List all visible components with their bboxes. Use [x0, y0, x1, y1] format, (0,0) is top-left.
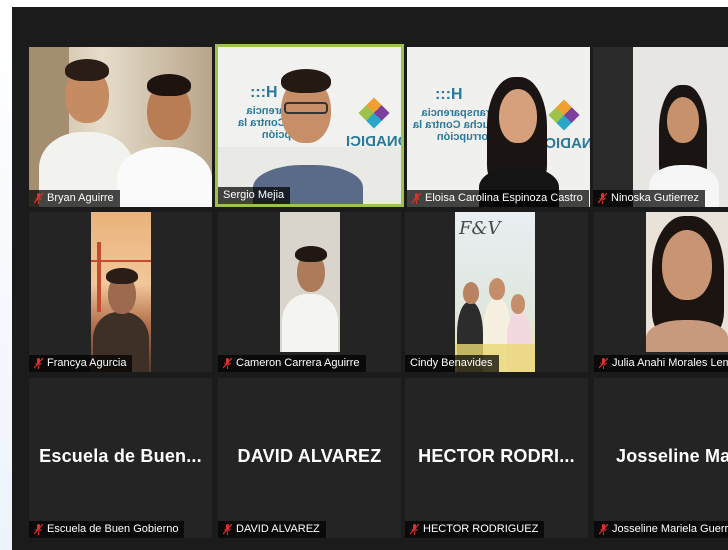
participant-tile-cameron-carrera[interactable]: Cameron Carrera Aguirre [218, 212, 401, 372]
banner-line: Lucha Contra la [413, 119, 497, 131]
participant-name: Cameron Carrera Aguirre [236, 357, 360, 369]
mic-muted-icon [598, 193, 607, 204]
participant-display-name: Escuela de Buen... [39, 446, 202, 466]
mic-muted-icon [410, 524, 419, 535]
mic-muted-icon [223, 524, 232, 535]
participant-tile-hector-rodriguez[interactable]: HECTOR RODRI... HECTOR RODRIGUEZ [405, 378, 588, 538]
participant-display-name: HECTOR RODRI... [418, 446, 575, 466]
video-feed: Transparencia Lucha Contra la Corrupción… [218, 47, 401, 204]
banner-letters: H::: [435, 86, 463, 103]
mic-muted-icon [223, 358, 232, 369]
onadici-logo-icon [548, 99, 580, 131]
participant-name: Cindy Benavides [410, 357, 493, 369]
video-feed [91, 212, 151, 372]
video-feed [593, 47, 728, 207]
mic-muted-icon [34, 358, 43, 369]
participant-tile-eloisa-espinoza[interactable]: Transparencia Lucha Contra la Corrupción… [407, 47, 590, 207]
participant-name-bar: Cameron Carrera Aguirre [218, 355, 366, 372]
participant-name-bar: Julia Anahi Morales Lemu [594, 355, 728, 372]
mic-muted-icon [34, 524, 43, 535]
participant-name-bar: HECTOR RODRIGUEZ [405, 521, 545, 538]
participant-tile-cindy-benavides[interactable]: F&V Cindy Benavides [405, 212, 588, 372]
page-edge [0, 0, 12, 550]
participant-name: Julia Anahi Morales Lemu [612, 357, 728, 369]
participant-name-bar: Eloisa Carolina Espinoza Castro [407, 190, 589, 207]
participant-name-bar: Ninoska Gutierrez [593, 190, 706, 207]
participant-name: DAVID ALVAREZ [236, 523, 320, 535]
participant-name: Bryan Aguirre [47, 192, 114, 204]
mic-muted-icon [599, 358, 608, 369]
participant-name-bar: Escuela de Buen Gobierno [29, 521, 185, 538]
participant-name: Ninoska Gutierrez [611, 192, 700, 204]
participant-tile-julia-morales[interactable]: Julia Anahi Morales Lemu [594, 212, 728, 372]
participant-name-bar: Josseline Mariela Guerra [594, 521, 728, 538]
photo-initials: F&V [459, 218, 501, 239]
participant-tile-bryan-aguirre[interactable]: Bryan Aguirre [29, 47, 212, 207]
participant-tile-francya-agurcia[interactable]: Francya Agurcia [29, 212, 212, 372]
participant-name-bar: Bryan Aguirre [29, 190, 120, 207]
onadici-logo-icon [358, 97, 390, 129]
participant-name-bar: DAVID ALVAREZ [218, 521, 326, 538]
participant-tile-josseline-guerra[interactable]: Josseline Mari Josseline Mariela Guerra [594, 378, 728, 538]
participant-tile-david-alvarez[interactable]: DAVID ALVAREZ DAVID ALVAREZ [218, 378, 401, 538]
participant-name: Sergio Mejia [223, 189, 285, 201]
participant-display-name: DAVID ALVAREZ [237, 446, 382, 466]
participant-name: Francya Agurcia [47, 357, 127, 369]
mic-muted-icon [599, 524, 608, 535]
participant-name-bar: Sergio Mejia [218, 187, 291, 204]
participant-name: Eloisa Carolina Espinoza Castro [425, 192, 583, 204]
participant-name: Josseline Mariela Guerra [612, 523, 728, 535]
video-feed: Transparencia Lucha Contra la Corrupción… [407, 47, 590, 207]
participant-name: HECTOR RODRIGUEZ [423, 523, 539, 535]
onadici-brand: ONADICI [541, 135, 590, 152]
banner-line: Corrupción [436, 131, 497, 143]
banner-line: Transparencia [421, 107, 497, 119]
onadici-brand: ONADICI [346, 133, 401, 150]
video-gallery: Bryan Aguirre Transparencia Lucha Contra… [12, 7, 728, 550]
banner-letters: H::: [250, 84, 278, 101]
mic-muted-icon [412, 193, 421, 204]
participant-display-name: Josseline Mari [616, 446, 728, 466]
video-feed [280, 212, 340, 352]
video-feed [646, 212, 728, 352]
video-feed [29, 47, 212, 207]
participant-name-bar: Cindy Benavides [405, 355, 499, 372]
video-feed: F&V [455, 212, 535, 372]
mic-muted-icon [34, 193, 43, 204]
participant-tile-ninoska-gutierrez[interactable]: Ninoska Gutierrez [593, 47, 728, 207]
banner-text: Transparencia Lucha Contra la Corrupción [413, 107, 496, 143]
participant-name: Escuela de Buen Gobierno [47, 523, 179, 535]
participant-tile-sergio-mejia[interactable]: Transparencia Lucha Contra la Corrupción… [215, 44, 404, 207]
participant-name-bar: Francya Agurcia [29, 355, 133, 372]
participant-tile-escuela-buen-gobierno[interactable]: Escuela de Buen... Escuela de Buen Gobie… [29, 378, 212, 538]
